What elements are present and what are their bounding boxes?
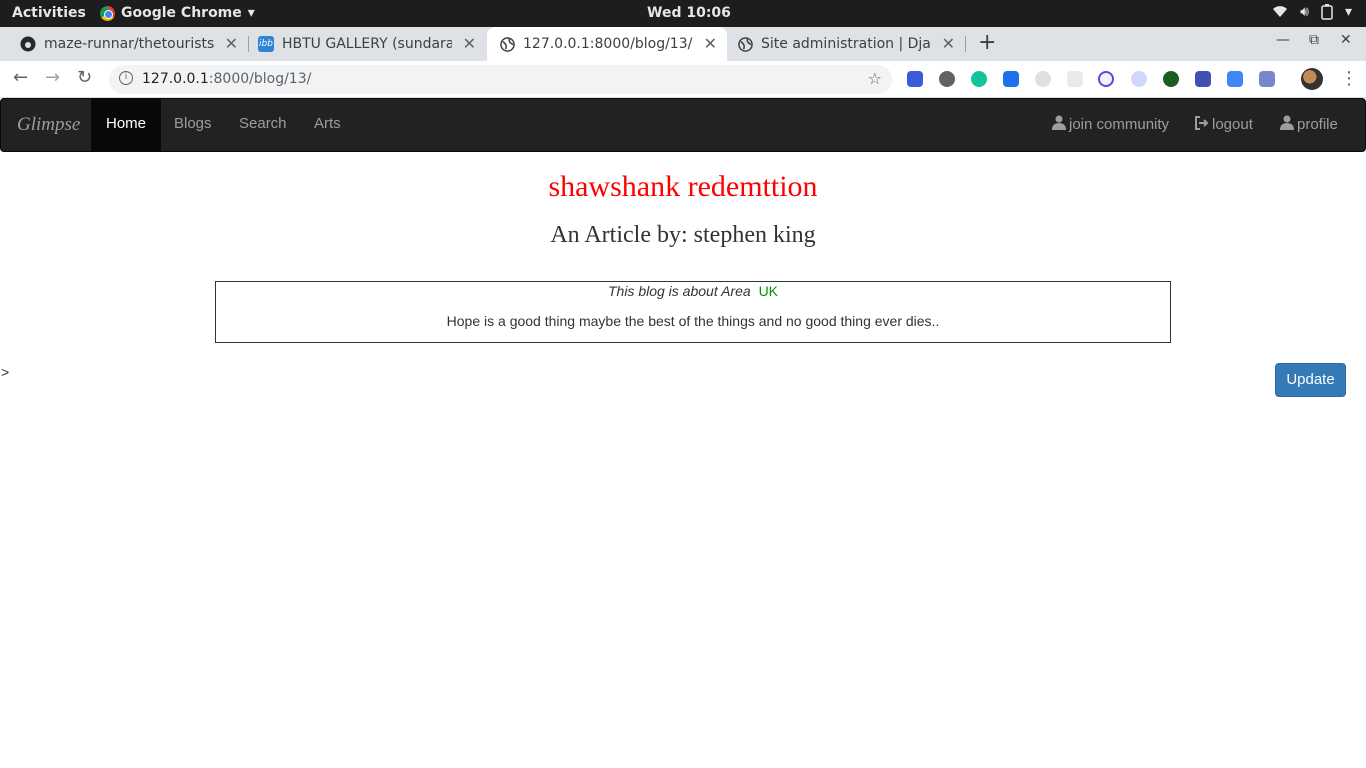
battery-icon: [1321, 4, 1333, 24]
extension-drop-icon[interactable]: [1131, 71, 1147, 87]
extension-timer-icon[interactable]: [1035, 71, 1051, 87]
user-icon: [1280, 100, 1294, 150]
close-window-button[interactable]: ✕: [1340, 32, 1352, 48]
address-bar[interactable]: i 127.0.0.1:8000/blog/13/ ☆: [109, 65, 892, 94]
nav-join-community[interactable]: join community: [1052, 99, 1169, 151]
extension-angular-icon[interactable]: [939, 71, 955, 87]
nav-search[interactable]: Search: [224, 99, 302, 151]
nav-profile-label: profile: [1297, 116, 1338, 133]
new-tab-button[interactable]: +: [978, 30, 996, 55]
user-icon: [1052, 100, 1066, 150]
volume-icon: 🔊︎: [1300, 4, 1309, 20]
nav-blogs[interactable]: Blogs: [159, 99, 227, 151]
close-icon[interactable]: ✕: [463, 34, 476, 53]
stray-text: >: [1, 364, 10, 380]
extension-shield-icon[interactable]: [907, 71, 923, 87]
activities-button[interactable]: Activities: [12, 5, 86, 21]
close-icon[interactable]: ✕: [942, 34, 955, 53]
os-top-bar: Activities Google Chrome ▾ Wed 10:06 🔊︎ …: [0, 0, 1366, 27]
chrome-icon: [100, 5, 115, 21]
chevron-down-icon: ▾: [1344, 4, 1352, 20]
tab-title: Site administration | Djan: [761, 36, 931, 52]
close-icon[interactable]: ✕: [704, 34, 717, 53]
tab-site-administration[interactable]: Site administration | Djan ✕: [717, 27, 966, 61]
nav-logout[interactable]: logout: [1194, 99, 1253, 151]
extension-google-icon[interactable]: [1227, 71, 1243, 87]
back-button[interactable]: ←: [13, 67, 28, 88]
site-navbar: Glimpse Home Blogs Search Arts join comm…: [0, 98, 1366, 152]
tab-hbtu-gallery[interactable]: ibb HBTU GALLERY (sundaram ✕: [238, 27, 486, 61]
menu-icon[interactable]: ⋮: [1340, 68, 1358, 89]
nav-arts[interactable]: Arts: [299, 99, 356, 151]
extension-feather-icon[interactable]: [1259, 71, 1275, 87]
tab-github[interactable]: maze-runnar/thetourists ✕: [0, 27, 249, 61]
url-path: :8000/blog/13/: [208, 71, 312, 87]
logout-icon: [1194, 100, 1209, 150]
tab-title: HBTU GALLERY (sundaram: [282, 36, 452, 52]
app-name: Google Chrome: [121, 5, 242, 21]
area-label: This blog is about Area: [607, 283, 751, 299]
extension-code-icon[interactable]: [1003, 71, 1019, 87]
post-byline: An Article by: stephen king: [550, 222, 816, 248]
tab-blog-13[interactable]: 127.0.0.1:8000/blog/13/ ✕: [487, 27, 727, 61]
app-menu[interactable]: Google Chrome ▾: [100, 5, 255, 21]
system-tray[interactable]: 🔊︎ ▾: [1272, 4, 1352, 24]
post-title: shawshank redemttion: [548, 170, 818, 203]
extension-cap-icon[interactable]: [1195, 71, 1211, 87]
update-button[interactable]: Update: [1275, 363, 1346, 397]
clock[interactable]: Wed 10:06: [647, 5, 731, 21]
chevron-down-icon: ▾: [247, 5, 255, 21]
extension-graph-icon[interactable]: [1098, 71, 1114, 87]
nav-home[interactable]: Home: [91, 99, 162, 151]
post-body: Hope is a good thing maybe the best of t…: [446, 313, 940, 329]
reload-button[interactable]: ↻: [77, 67, 92, 88]
post-box: This blog is about Area UK Hope is a goo…: [215, 281, 1171, 343]
tab-title: 127.0.0.1:8000/blog/13/: [523, 36, 693, 52]
area-value: UK: [758, 283, 779, 299]
url-host: 127.0.0.1: [142, 71, 209, 87]
bookmark-star-icon[interactable]: ☆: [868, 69, 882, 88]
globe-icon: [499, 36, 515, 52]
profile-avatar[interactable]: [1301, 68, 1323, 90]
globe-icon: [737, 36, 753, 52]
browser-toolbar: ← → ↻ i 127.0.0.1:8000/blog/13/ ☆ ⋮: [0, 61, 1366, 98]
forward-button[interactable]: →: [45, 67, 60, 88]
minimize-button[interactable]: —: [1276, 32, 1290, 48]
extension-globe-icon[interactable]: [1163, 71, 1179, 87]
nav-join-label: join community: [1069, 116, 1170, 133]
wifi-icon: [1272, 4, 1288, 24]
site-brand[interactable]: Glimpse: [17, 114, 80, 136]
tab-strip: maze-runnar/thetourists ✕ ibb HBTU GALLE…: [0, 27, 1366, 61]
ibb-icon: ibb: [258, 36, 274, 52]
nav-logout-label: logout: [1212, 116, 1253, 133]
tab-title: maze-runnar/thetourists: [44, 36, 214, 52]
nav-profile[interactable]: profile: [1280, 99, 1338, 151]
github-icon: [20, 36, 36, 52]
extension-blank-icon[interactable]: [1067, 71, 1083, 87]
extension-grammarly-icon[interactable]: [971, 71, 987, 87]
post-area: This blog is about Area UK: [216, 283, 1170, 299]
close-icon[interactable]: ✕: [225, 34, 238, 53]
tab-separator: [965, 36, 966, 52]
info-icon[interactable]: i: [119, 71, 133, 85]
url-text: 127.0.0.1:8000/blog/13/: [142, 71, 311, 87]
restore-button[interactable]: ⧉: [1309, 32, 1319, 48]
